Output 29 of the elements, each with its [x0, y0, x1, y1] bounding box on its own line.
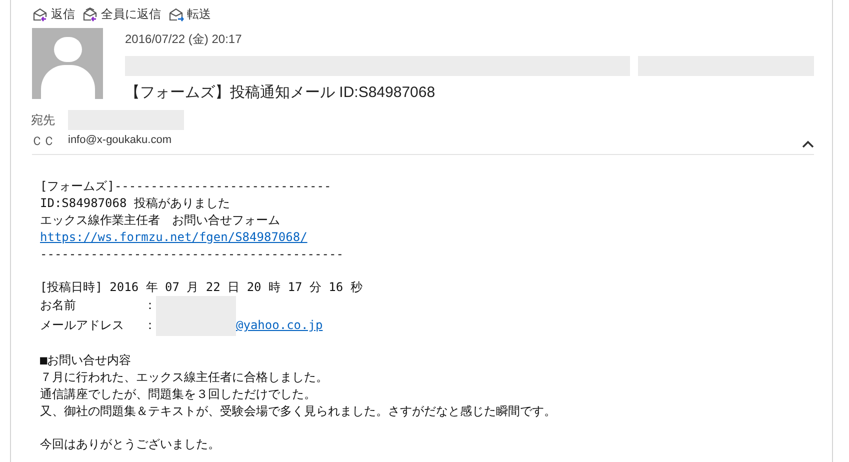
- email-link[interactable]: @yahoo.co.jp: [236, 317, 323, 334]
- body-line: 今回はありがとうございました。: [40, 436, 221, 452]
- body-line: ７月に行われた、エックス線主任者に合格しました。: [40, 368, 329, 386]
- avatar: [32, 28, 103, 99]
- cc-label: ＣＣ: [31, 132, 56, 150]
- body-line: ID:S84987068 投稿がありました: [40, 194, 231, 212]
- toolbar-button[interactable]: 転送: [169, 5, 211, 23]
- field-colon: ：: [144, 317, 156, 334]
- body-line: ■お問い合せ内容: [40, 352, 132, 368]
- envelope-icon: [33, 6, 49, 22]
- envelope-icon: [169, 6, 185, 22]
- field-label: メールアドレス: [40, 317, 125, 334]
- body-line: [フォームズ]------------------------------: [40, 178, 332, 194]
- cc-address: info@x-goukaku.com: [68, 133, 172, 148]
- envelope-icon: [83, 6, 99, 22]
- to-label: 宛先: [31, 112, 55, 128]
- body-line: エックス線作業主任者 お問い合せフォーム: [40, 212, 281, 228]
- body-line: 又、御社の問題集＆テキストが、受験会場で多く見られました。さすがだなと感じた瞬間です。: [40, 402, 557, 420]
- body-line: 通信講座でしたが、問題集を３回しただけでした。: [40, 386, 317, 402]
- chevron-icon[interactable]: [802, 138, 814, 148]
- body-line: ------------------------------------------: [40, 246, 344, 262]
- toolbar-button[interactable]: 返信: [33, 5, 75, 23]
- field-colon: ：: [144, 297, 156, 314]
- sent-date: 2016/07/22 (金) 20:17: [125, 31, 243, 48]
- field-label: お名前: [40, 297, 77, 314]
- link[interactable]: https://ws.formzu.net/fgen/S84987068/: [40, 228, 308, 246]
- body-line: [投稿日時] 2016 年 07 月 22 日 20 時 17 分 16 秒: [40, 278, 364, 296]
- toolbar-button[interactable]: 全員に返信: [83, 5, 161, 23]
- email-subject: 【フォームズ】投稿通知メール ID:S84987068: [125, 83, 436, 103]
